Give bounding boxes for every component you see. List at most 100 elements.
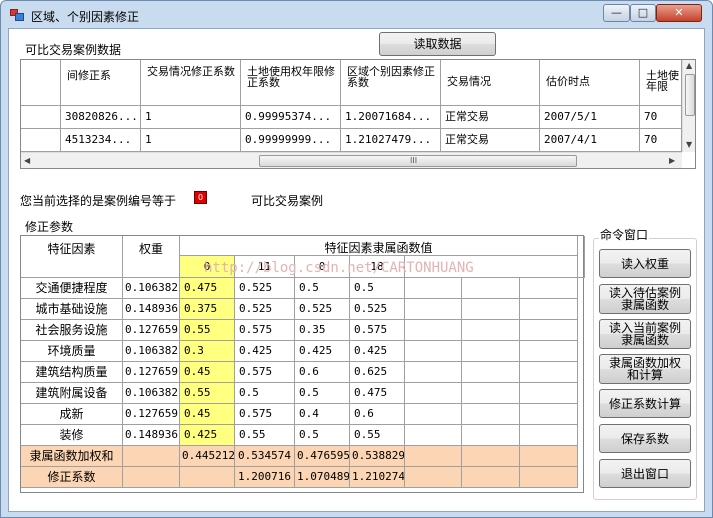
table-cell[interactable]: 70 <box>640 129 682 152</box>
table-cell[interactable]: 2007/4/1 <box>540 129 640 152</box>
empty-cell[interactable] <box>520 425 578 446</box>
col-header[interactable]: 区域个别因素修正系数 <box>341 60 441 106</box>
weighted-sum-calc-button[interactable]: 隶属函数加权 和计算 <box>599 354 691 384</box>
weight-cell[interactable]: 0.148936 <box>123 299 180 320</box>
membership-cell[interactable]: 0.3 <box>180 341 235 362</box>
membership-cell[interactable]: 0.55 <box>235 425 295 446</box>
scroll-up-icon[interactable]: ▲ <box>686 61 692 70</box>
coefficient-calc-button[interactable]: 修正系数计算 <box>599 389 691 418</box>
empty-cell[interactable] <box>520 362 578 383</box>
table-cell[interactable]: 30820826... <box>61 106 141 129</box>
empty-cell[interactable] <box>405 383 462 404</box>
table-cell[interactable]: 正常交易 <box>441 106 540 129</box>
weight-cell[interactable]: 0.127659 <box>123 362 180 383</box>
empty-cell[interactable] <box>405 278 462 299</box>
weight-cell[interactable]: 0.148936 <box>123 425 180 446</box>
load-weights-button[interactable]: 读入权重 <box>599 249 691 278</box>
membership-cell[interactable]: 0.575 <box>235 320 295 341</box>
membership-cell[interactable]: 0.5 <box>350 278 405 299</box>
membership-cell[interactable]: 0.575 <box>350 320 405 341</box>
coefficient-cell[interactable]: 1.200716 <box>235 467 295 488</box>
table-cell[interactable]: 2007/5/1 <box>540 106 640 129</box>
weight-cell[interactable]: 0.127659 <box>123 320 180 341</box>
membership-cell[interactable]: 0.5 <box>295 425 350 446</box>
row-header[interactable] <box>21 129 61 152</box>
membership-cell[interactable]: 0.4 <box>295 404 350 425</box>
empty-cell[interactable] <box>520 299 578 320</box>
col-header[interactable]: 间修正系 <box>61 60 141 106</box>
weighted-sum-cell[interactable]: 0.476595 <box>295 446 350 467</box>
table-cell[interactable]: 70 <box>640 106 682 129</box>
membership-cell[interactable]: 0.475 <box>180 278 235 299</box>
membership-cell[interactable]: 0.5 <box>235 383 295 404</box>
membership-cell[interactable]: 0.55 <box>180 320 235 341</box>
empty-cell[interactable] <box>520 278 578 299</box>
table-cell[interactable]: 0.99999999... <box>241 129 341 152</box>
coefficient-cell[interactable]: 1.210274 <box>350 467 405 488</box>
close-button[interactable]: ✕ <box>656 4 702 22</box>
maximize-button[interactable]: □ <box>630 4 656 22</box>
minimize-button[interactable]: — <box>603 4 630 22</box>
scroll-down-icon[interactable]: ▼ <box>686 140 692 149</box>
empty-cell[interactable] <box>405 299 462 320</box>
weight-cell[interactable]: 0.127659 <box>123 404 180 425</box>
empty-cell[interactable] <box>405 362 462 383</box>
membership-cell[interactable]: 0.6 <box>295 362 350 383</box>
membership-cell[interactable]: 0.525 <box>295 299 350 320</box>
case-number-cell[interactable]: 0 <box>180 256 235 278</box>
empty-cell[interactable] <box>405 425 462 446</box>
weight-cell[interactable]: 0.106382 <box>123 341 180 362</box>
membership-cell[interactable]: 0.425 <box>235 341 295 362</box>
empty-cell[interactable] <box>462 362 520 383</box>
membership-cell[interactable]: 0.575 <box>235 362 295 383</box>
col-header[interactable]: 交易情况修正系数 <box>141 60 241 106</box>
membership-cell[interactable]: 0.45 <box>180 362 235 383</box>
empty-cell[interactable] <box>520 383 578 404</box>
col-header[interactable]: 土地使用权年限修正系数 <box>241 60 341 106</box>
table-cell[interactable]: 1 <box>141 106 241 129</box>
membership-cell[interactable]: 0.425 <box>350 341 405 362</box>
coefficient-cell[interactable]: 1.070489 <box>295 467 350 488</box>
col-header[interactable]: 估价时点 <box>540 60 640 106</box>
empty-cell[interactable] <box>520 341 578 362</box>
vertical-scroll-thumb[interactable] <box>685 74 695 116</box>
membership-cell[interactable]: 0.525 <box>235 278 295 299</box>
case-number-cell[interactable]: 0 <box>295 256 350 278</box>
empty-cell[interactable] <box>405 404 462 425</box>
membership-cell[interactable]: 0.425 <box>180 425 235 446</box>
weight-cell[interactable]: 0.106382 <box>123 383 180 404</box>
empty-cell[interactable] <box>462 278 520 299</box>
case-number-cell[interactable]: 18 <box>350 256 405 278</box>
empty-cell[interactable] <box>462 320 520 341</box>
table-cell[interactable]: 4513234... <box>61 129 141 152</box>
empty-cell[interactable] <box>462 425 520 446</box>
membership-cell[interactable]: 0.45 <box>180 404 235 425</box>
empty-cell[interactable] <box>520 404 578 425</box>
empty-cell[interactable] <box>462 341 520 362</box>
empty-cell[interactable] <box>462 404 520 425</box>
horizontal-scroll-thumb[interactable]: III <box>259 155 577 167</box>
vertical-scrollbar[interactable]: ▲ ▼ <box>682 60 695 152</box>
membership-cell[interactable]: 0.475 <box>350 383 405 404</box>
table-row[interactable]: 30820826... 1 0.99995374... 1.20071684..… <box>21 106 682 129</box>
read-data-button[interactable]: 读取数据 <box>379 32 496 56</box>
table-cell[interactable]: 1.20071684... <box>341 106 441 129</box>
membership-cell[interactable]: 0.55 <box>350 425 405 446</box>
save-coefficient-button[interactable]: 保存系数 <box>599 424 691 453</box>
load-target-membership-button[interactable]: 读入待估案例 隶属函数 <box>599 284 691 314</box>
membership-cell[interactable]: 0.575 <box>235 404 295 425</box>
weighted-sum-cell[interactable]: 0.538829 <box>350 446 405 467</box>
weighted-sum-cell[interactable]: 0.445212 <box>180 446 235 467</box>
scroll-right-icon[interactable]: ▶ <box>669 156 675 165</box>
params-grid[interactable]: 特征因素 权重 特征因素隶属函数值 0 11 0 18 交通便捷程度 0.1063… <box>20 235 585 493</box>
scroll-left-icon[interactable]: ◀ <box>24 156 30 165</box>
table-cell[interactable]: 1.21027479... <box>341 129 441 152</box>
membership-cell[interactable]: 0.525 <box>235 299 295 320</box>
case-number-cell[interactable]: 11 <box>235 256 295 278</box>
membership-cell[interactable]: 0.5 <box>295 278 350 299</box>
table-cell[interactable]: 正常交易 <box>441 129 540 152</box>
empty-cell[interactable] <box>405 320 462 341</box>
table-cell[interactable]: 0.99995374... <box>241 106 341 129</box>
row-header[interactable] <box>21 106 61 129</box>
table-cell[interactable]: 1 <box>141 129 241 152</box>
